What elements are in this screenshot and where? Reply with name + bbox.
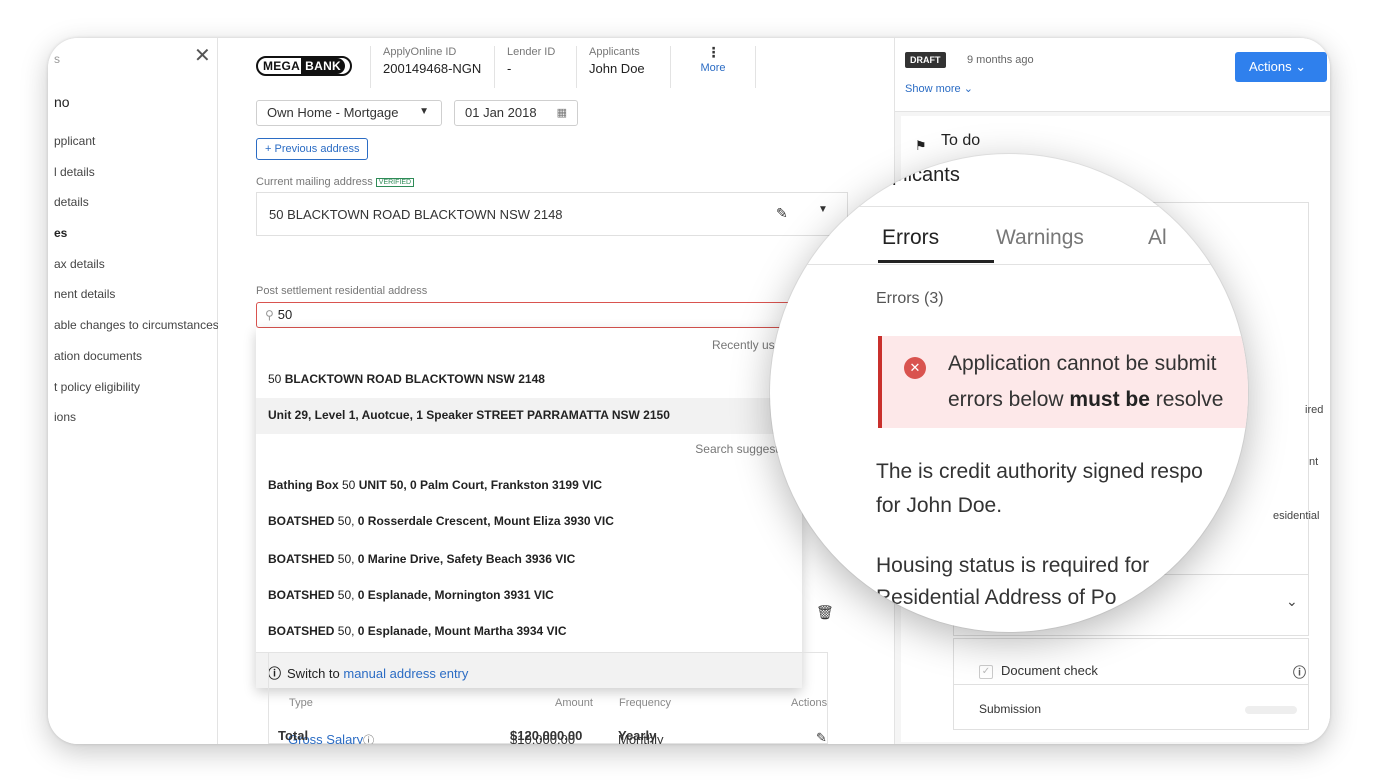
calendar-icon: ▦: [556, 107, 567, 119]
suggestion-item[interactable]: BOATSHED 50, 0 Esplanade, Mount Martha 3…: [256, 614, 802, 650]
peek-text: nt: [1309, 456, 1319, 468]
housing-status-select[interactable]: Own Home - Mortgage ▼: [256, 100, 442, 126]
draft-timestamp: 9 months ago: [967, 54, 1034, 66]
submission-item: Submission: [979, 702, 1042, 716]
tab-errors[interactable]: Errors: [882, 226, 939, 250]
sidebar-title: s: [54, 52, 60, 66]
checkbox-icon: ✓: [979, 664, 993, 679]
sidebar-item-employment-details[interactable]: nent details: [54, 287, 219, 318]
column-frequency: Frequency: [619, 697, 671, 709]
previous-address-button[interactable]: + Previous address: [256, 138, 369, 160]
error-message: Residential Address of Po: [876, 586, 1117, 609]
alert-text: Application cannot be submit: [948, 352, 1217, 375]
sidebar-item-policy-eligibility[interactable]: t policy eligibility: [54, 380, 219, 411]
salary-amount: $10,000.00: [510, 732, 576, 744]
info-icon[interactable]: ⓘ: [1293, 662, 1306, 681]
error-icon: ✕: [904, 357, 926, 379]
sidebar: s ✕ no pplicant l details details es ax …: [48, 38, 219, 744]
sidebar-item-contact-details[interactable]: details: [54, 195, 219, 226]
income-table: Type Amount Frequency Actions: [268, 652, 828, 744]
recent-address-item[interactable]: Unit 29, Level 1, Auotcue, 1 Speaker STR…: [256, 398, 802, 434]
error-alert: [878, 336, 1248, 428]
sidebar-item-declarations[interactable]: ions: [54, 410, 219, 441]
applicants-heading: plicants: [892, 164, 960, 186]
tab-all[interactable]: Al: [1148, 226, 1167, 250]
sidebar-item-addresses[interactable]: es: [54, 226, 219, 257]
magnifier-lens: plicants Errors Warnings Al ⌃ Errors (3)…: [770, 154, 1248, 632]
applicants-info: Applicants John Doe: [576, 46, 670, 88]
current-mailing-label: Current mailing address VERIFIED: [256, 176, 415, 188]
submission-progress: [1245, 706, 1297, 714]
document-check-item[interactable]: ✓ Document check: [979, 663, 1098, 679]
todo-heading: To do: [941, 132, 981, 149]
current-mailing-address: 50 BLACKTOWN ROAD BLACKTOWN NSW 2148: [256, 192, 848, 236]
peek-text: esidential: [1273, 510, 1320, 522]
flag-icon: ⚑: [915, 138, 927, 153]
active-tab-indicator: [878, 260, 994, 263]
error-message: The is credit authority signed respo: [876, 460, 1203, 483]
suggestion-item[interactable]: BOATSHED 50, 0 Rosserdale Crescent, Moun…: [256, 504, 802, 540]
suggestion-item[interactable]: BOATSHED 50, 0 Marine Drive, Safety Beac…: [256, 542, 802, 578]
pencil-icon[interactable]: ✎: [816, 730, 827, 744]
info-icon: ⓘ: [363, 735, 375, 744]
suggestion-item[interactable]: Bathing Box 50 UNIT 50, 0 Palm Court, Fr…: [256, 468, 802, 504]
verified-badge: VERIFIED: [375, 177, 415, 187]
sidebar-item-personal-details[interactable]: l details: [54, 165, 219, 196]
sidebar-item-changes-circumstances[interactable]: able changes to circumstances: [54, 318, 219, 349]
search-icon: ⚲: [265, 308, 274, 322]
app-window: s ✕ no pplicant l details details es ax …: [48, 38, 1330, 744]
more-vertical-icon: ⋮: [706, 44, 721, 60]
error-message: for John Doe.: [876, 494, 1003, 517]
megabank-logo: MEGA BANK: [256, 56, 352, 76]
sidebar-item-applicant[interactable]: pplicant: [54, 134, 219, 165]
divider: [953, 684, 1309, 685]
caret-down-icon: ▼: [419, 106, 429, 117]
suggestion-item[interactable]: BOATSHED 50, 0 Esplanade, Mornington 393…: [256, 578, 802, 614]
sidebar-nav: pplicant l details details es ax details…: [54, 134, 219, 441]
actions-button[interactable]: Actions ⌄: [1235, 52, 1327, 82]
chevron-down-icon: ⌄: [1286, 593, 1298, 609]
date-input[interactable]: 01 Jan 2018 ▦: [454, 100, 578, 126]
more-button[interactable]: ⋮ More: [670, 44, 756, 88]
peek-text: ired: [1305, 404, 1324, 416]
show-more-link[interactable]: Show more ⌄: [905, 82, 973, 95]
column-amount: Amount: [555, 697, 593, 709]
applyonline-id: ApplyOnline ID 200149468-NGN: [370, 46, 494, 88]
column-actions: Actions: [791, 697, 828, 709]
column-type: Type: [289, 697, 313, 709]
sidebar-item-tax-details[interactable]: ax details: [54, 257, 219, 288]
divider: [770, 206, 1248, 207]
trash-icon[interactable]: 🗑: [816, 604, 834, 621]
salary-frequency: Monthly: [618, 732, 664, 744]
search-suggestions-heading: Search suggestio: [695, 442, 788, 456]
draft-badge: DRAFT: [905, 52, 946, 68]
post-settlement-label: Post settlement residential address: [256, 285, 428, 297]
sidebar-subtitle: no: [54, 94, 70, 110]
status-bar: DRAFT 9 months ago Show more ⌄ Actions ⌄: [895, 38, 1330, 112]
errors-count: Errors (3): [876, 290, 944, 307]
divider: [770, 264, 1248, 265]
close-icon[interactable]: ✕: [194, 46, 211, 66]
tab-warnings[interactable]: Warnings: [996, 226, 1084, 250]
lender-id: Lender ID -: [494, 46, 576, 88]
application-header: MEGA BANK ApplyOnline ID 200149468-NGN Le…: [218, 38, 894, 92]
sidebar-item-identification-documents[interactable]: ation documents: [54, 349, 219, 380]
gross-salary-link[interactable]: Gross Salaryⓘ: [288, 732, 374, 744]
address-suggestions-dropdown: Recently used 50 BLACKTOWN ROAD BLACKTOW…: [256, 328, 802, 688]
address-search-input[interactable]: ⚲ 50: [256, 302, 816, 328]
recent-address-item[interactable]: 50 BLACKTOWN ROAD BLACKTOWN NSW 2148: [256, 362, 802, 398]
alert-text: errors below must be resolve: [948, 388, 1224, 411]
pencil-icon[interactable]: ✎: [776, 205, 788, 222]
sidebar-header: s ✕: [48, 46, 218, 72]
error-message: Housing status is required for: [876, 554, 1150, 577]
